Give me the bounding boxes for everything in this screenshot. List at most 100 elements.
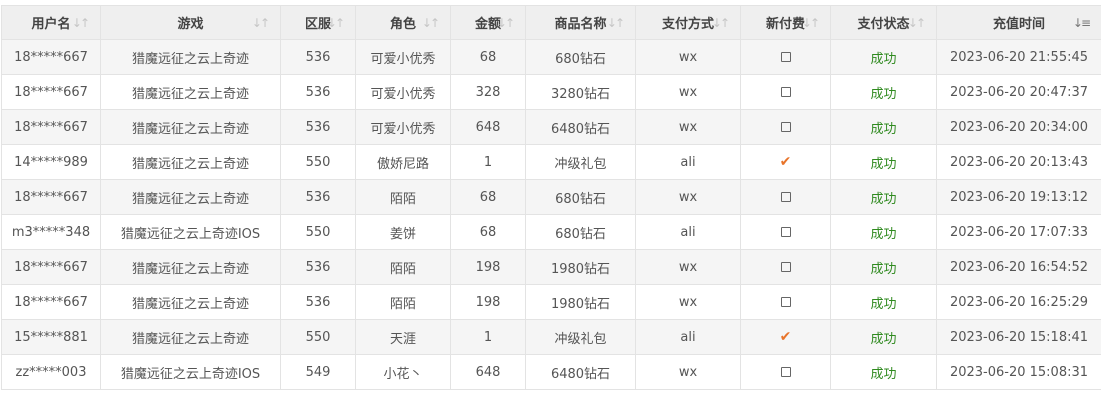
cell-text: 猎魔远征之云上奇迹IOS <box>120 366 261 382</box>
cell-text: 18*****667 <box>14 189 88 205</box>
cell-text: ali <box>680 154 696 170</box>
table-row[interactable]: 18*****667 猎魔远征之云上奇迹 536 可爱小优秀 328 3280钻石 wx 成功… <box>1 74 1101 110</box>
cell-amount: 68 <box>450 214 526 250</box>
sort-arrows-icon[interactable]: ↓↑ <box>497 16 515 30</box>
checkmark-icon: ✔ <box>779 154 792 170</box>
cell-new_pay <box>740 74 831 110</box>
column-header-status[interactable]: 支付状态 ↓↑ <box>830 5 937 40</box>
empty-checkbox-icon <box>780 367 791 377</box>
cell-text: 猎魔远征之云上奇迹 <box>131 51 249 67</box>
cell-new_pay <box>740 109 831 145</box>
cell-server: 550 <box>280 319 356 355</box>
cell-product: 冲级礼包 <box>525 144 636 180</box>
column-header-server[interactable]: 区服 ↓↑ <box>280 5 356 40</box>
cell-pay_method: ali <box>635 319 741 355</box>
cell-status: 成功 <box>830 39 937 75</box>
empty-checkbox-icon <box>780 52 791 62</box>
cell-text: 2023-06-20 20:47:37 <box>949 84 1089 100</box>
table-row[interactable]: 18*****667 猎魔远征之云上奇迹 536 陌陌 198 1980钻石 wx 成功 202… <box>1 284 1101 320</box>
cell-text: 猎魔远征之云上奇迹 <box>131 156 249 172</box>
column-header-pay_method[interactable]: 支付方式 ↓↑ <box>635 5 741 40</box>
column-header-game[interactable]: 游戏 ↓↑ <box>100 5 281 40</box>
cell-new_pay <box>740 354 831 390</box>
cell-game: 猎魔远征之云上奇迹 <box>100 109 281 145</box>
cell-text: 陌陌 <box>389 191 416 207</box>
column-header-label: 支付状态 <box>857 17 910 32</box>
column-header-time[interactable]: 充值时间 ↓≡ <box>936 5 1101 40</box>
sort-arrows-icon[interactable]: ↓↑ <box>327 16 345 30</box>
cell-time: 2023-06-20 15:08:31 <box>936 354 1101 390</box>
cell-text: 冲级礼包 <box>554 331 607 347</box>
table-row[interactable]: 14*****989 猎魔远征之云上奇迹 550 傲娇尼路 1 冲级礼包 ali ✔ 成功 202… <box>1 144 1101 180</box>
column-header-amount[interactable]: 金额 ↓↑ <box>450 5 526 40</box>
empty-checkbox-icon <box>780 192 791 202</box>
cell-text: wx <box>678 189 698 205</box>
table-row[interactable]: m3*****348 猎魔远征之云上奇迹IOS 550 姜饼 68 680钻石 ali 成功 2… <box>1 214 1101 250</box>
cell-time: 2023-06-20 17:07:33 <box>936 214 1101 250</box>
cell-game: 猎魔远征之云上奇迹 <box>100 144 281 180</box>
sort-arrows-icon[interactable]: ↓↑ <box>607 16 625 30</box>
cell-text: 猎魔远征之云上奇迹 <box>131 331 249 347</box>
cell-amount: 648 <box>450 354 526 390</box>
cell-text: wx <box>678 259 698 275</box>
cell-time: 2023-06-20 21:55:45 <box>936 39 1101 75</box>
table-row[interactable]: 15*****881 猎魔远征之云上奇迹 550 天涯 1 冲级礼包 ali ✔ 成功 2023-… <box>1 319 1101 355</box>
cell-text: 18*****667 <box>14 84 88 100</box>
sort-arrows-icon[interactable]: ↓≡ <box>1073 16 1091 30</box>
cell-text: 536 <box>305 259 331 275</box>
cell-text: 1980钻石 <box>550 296 611 312</box>
table-row[interactable]: 18*****667 猎魔远征之云上奇迹 536 可爱小优秀 68 680钻石 wx 成功 20… <box>1 39 1101 75</box>
cell-text: 成功 <box>870 86 897 102</box>
cell-text: 冲级礼包 <box>554 156 607 172</box>
cell-text: 2023-06-20 19:13:12 <box>949 189 1089 205</box>
sort-arrows-icon[interactable]: ↓↑ <box>422 16 440 30</box>
cell-text: 1 <box>483 329 493 345</box>
cell-role: 可爱小优秀 <box>355 39 451 75</box>
cell-role: 陌陌 <box>355 284 451 320</box>
column-header-role[interactable]: 角色 ↓↑ <box>355 5 451 40</box>
sort-arrows-icon[interactable]: ↓↑ <box>802 16 820 30</box>
table-row[interactable]: 18*****667 猎魔远征之云上奇迹 536 可爱小优秀 648 6480钻石 wx 成功… <box>1 109 1101 145</box>
cell-text: 成功 <box>870 156 897 172</box>
cell-text: 6480钻石 <box>550 366 611 382</box>
cell-product: 680钻石 <box>525 179 636 215</box>
column-header-label: 用户名 <box>31 17 71 32</box>
cell-text: 550 <box>305 329 331 345</box>
cell-text: 2023-06-20 17:07:33 <box>949 224 1089 240</box>
sort-arrows-icon[interactable]: ↓↑ <box>908 16 926 30</box>
cell-server: 550 <box>280 144 356 180</box>
table-row[interactable]: 18*****667 猎魔远征之云上奇迹 536 陌陌 198 1980钻石 wx 成功 202… <box>1 249 1101 285</box>
column-header-product[interactable]: 商品名称 ↓↑ <box>525 5 636 40</box>
table-row[interactable]: zz*****003 猎魔远征之云上奇迹IOS 549 小花丶 648 6480钻石 wx 成… <box>1 354 1101 390</box>
cell-amount: 198 <box>450 249 526 285</box>
cell-text: 成功 <box>870 331 897 347</box>
cell-text: 2023-06-20 16:25:29 <box>949 294 1089 310</box>
sort-arrows-icon[interactable]: ↓↑ <box>72 16 90 30</box>
column-header-new_pay[interactable]: 新付费 ↓↑ <box>740 5 831 40</box>
table-row[interactable]: 18*****667 猎魔远征之云上奇迹 536 陌陌 68 680钻石 wx 成功 2023-… <box>1 179 1101 215</box>
cell-text: 成功 <box>870 366 897 382</box>
cell-text: 68 <box>479 189 497 205</box>
cell-status: 成功 <box>830 179 937 215</box>
cell-text: wx <box>678 49 698 65</box>
table-header-row: 用户名 ↓↑ 游戏 ↓↑ 区服 ↓↑ 角色 ↓↑ 金额 ↓↑ 商品名称 ↓↑ 支付方式 ↓↑ 新付费 ↓↑ 支付… <box>1 5 1101 40</box>
column-header-user[interactable]: 用户名 ↓↑ <box>1 5 101 40</box>
cell-product: 6480钻石 <box>525 109 636 145</box>
sort-arrows-icon[interactable]: ↓↑ <box>252 16 270 30</box>
cell-user: 18*****667 <box>1 74 101 110</box>
cell-role: 姜饼 <box>355 214 451 250</box>
cell-game: 猎魔远征之云上奇迹IOS <box>100 354 281 390</box>
column-header-label: 充值时间 <box>992 17 1045 32</box>
cell-text: ali <box>680 224 696 240</box>
cell-text: 18*****667 <box>14 49 88 65</box>
cell-status: 成功 <box>830 319 937 355</box>
cell-text: wx <box>678 84 698 100</box>
cell-text: 6480钻石 <box>550 121 611 137</box>
cell-new_pay: ✔ <box>740 144 831 180</box>
sort-arrows-icon[interactable]: ↓↑ <box>712 16 730 30</box>
cell-text: 14*****989 <box>14 154 88 170</box>
cell-text: 可爱小优秀 <box>370 121 436 137</box>
cell-text: 198 <box>475 294 501 310</box>
cell-pay_method: wx <box>635 179 741 215</box>
cell-text: 18*****667 <box>14 294 88 310</box>
